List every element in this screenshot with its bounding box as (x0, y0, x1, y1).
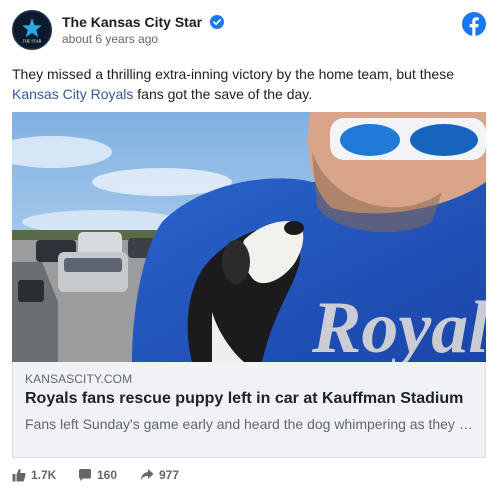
shares-stat[interactable]: 977 (140, 468, 179, 482)
page-name-label[interactable]: The Kansas City Star (62, 14, 202, 30)
post-header: THE STAR The Kansas City Star about 6 ye… (12, 10, 486, 50)
comments-count: 160 (97, 468, 118, 482)
avatar-text: THE STAR (23, 39, 42, 44)
link-title[interactable]: Royals fans rescue puppy left in car at … (25, 390, 463, 408)
link-description: Fans left Sunday's game early and heard … (25, 416, 473, 432)
link-domain: KANSASCITY.COM (25, 372, 133, 386)
royals-link[interactable]: Kansas City Royals (12, 86, 133, 102)
comments-stat[interactable]: 160 (78, 468, 117, 482)
likes-stat[interactable]: 1.7K (12, 468, 56, 482)
post-timestamp[interactable]: about 6 years ago (62, 32, 158, 46)
post-text-end: fans got the save of the day. (133, 86, 313, 102)
fans-with-puppy-photo: Royals (12, 112, 486, 362)
page-avatar[interactable]: THE STAR (12, 10, 52, 50)
facebook-logo-icon[interactable] (462, 12, 486, 36)
post-message: They missed a thrilling extra-inning vic… (12, 64, 486, 104)
comment-icon (79, 469, 91, 481)
verified-badge-icon (209, 15, 224, 29)
post-image[interactable]: Royals (12, 112, 486, 362)
shares-count: 977 (159, 468, 180, 482)
jersey-lettering: Royals (311, 287, 486, 362)
page-name[interactable]: The Kansas City Star (62, 14, 224, 30)
thumbs-up-icon (12, 469, 26, 482)
star-logo-icon: THE STAR (14, 12, 50, 48)
post-text-start: They missed a thrilling extra-inning vic… (12, 66, 454, 82)
facebook-post: THE STAR The Kansas City Star about 6 ye… (0, 0, 498, 496)
likes-count: 1.7K (31, 468, 57, 482)
share-arrow-icon (140, 469, 154, 481)
link-preview-card[interactable]: KANSASCITY.COM Royals fans rescue puppy … (12, 362, 486, 458)
